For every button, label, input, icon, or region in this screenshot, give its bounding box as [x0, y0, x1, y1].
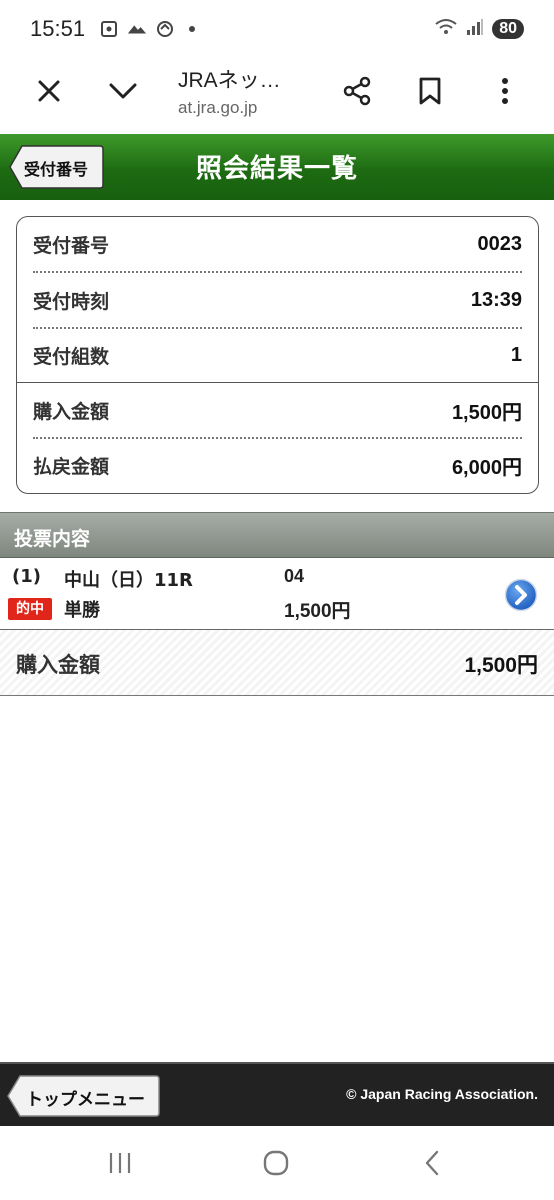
- more-notifications-dot: [189, 26, 196, 32]
- vote-item-race: 中山（日）11R: [64, 570, 193, 591]
- copyright-text: © Japan Racing Association.: [346, 1086, 538, 1102]
- payout-amount-value: 6,000円: [451, 456, 522, 479]
- page-title-area[interactable]: JRAネッ… at.jra.go.jp: [178, 64, 318, 118]
- more-options-button[interactable]: [480, 66, 530, 116]
- browser-page-title: JRAネッ…: [178, 69, 281, 92]
- back-button[interactable]: [412, 1146, 452, 1180]
- vote-item-number: (1): [12, 566, 41, 587]
- app-logo-icon: [155, 20, 175, 38]
- vote-item-amount: 1,500円: [284, 601, 351, 622]
- purchase-amount-row: 購入金額 1,500円: [33, 383, 522, 437]
- receipt-time-label: 受付時刻: [33, 290, 110, 313]
- system-icons: 80: [434, 17, 524, 41]
- notification-icons: [99, 20, 196, 38]
- vote-section-header: 投票内容: [0, 512, 554, 558]
- close-icon: [38, 80, 60, 102]
- vote-section-title: 投票内容: [14, 528, 91, 550]
- receipt-sets-row: 受付組数 1: [33, 328, 522, 382]
- status-time: 15:51: [30, 16, 86, 41]
- battery-indicator: 80: [492, 19, 524, 39]
- home-icon: [263, 1150, 289, 1176]
- share-button[interactable]: [332, 66, 382, 116]
- receipt-time-value: 13:39: [470, 288, 522, 311]
- chevron-down-icon: [109, 83, 137, 99]
- status-bar: 15:51 80: [0, 0, 554, 58]
- receipt-sets-label: 受付組数: [33, 345, 110, 368]
- home-button[interactable]: [256, 1146, 296, 1180]
- page-header: 受付番号 照会結果一覧: [0, 134, 554, 200]
- receipt-info-card: 受付番号 0023 受付時刻 13:39 受付組数 1 購入金額 1,500円 …: [16, 216, 539, 494]
- minimize-button[interactable]: [98, 66, 148, 116]
- top-menu-button[interactable]: トップメニュー: [6, 1074, 160, 1118]
- top-menu-label: トップメニュー: [26, 1090, 145, 1110]
- browser-toolbar: JRAネッ… at.jra.go.jp: [0, 58, 554, 134]
- payout-amount-row: 払戻金額 6,000円: [33, 438, 522, 492]
- close-tab-button[interactable]: [24, 66, 74, 116]
- share-icon: [343, 76, 371, 106]
- bookmark-button[interactable]: [405, 66, 455, 116]
- recent-apps-icon: [109, 1153, 131, 1173]
- vote-item-horse-number: 04: [284, 566, 305, 586]
- receipt-number-label: 受付番号: [33, 234, 110, 257]
- page-title: 照会結果一覧: [195, 154, 358, 184]
- more-vertical-icon: [502, 78, 508, 104]
- back-icon: [425, 1150, 439, 1176]
- vote-list-item[interactable]: (1) 中山（日）11R 04 的中 単勝 1,500円: [0, 558, 554, 630]
- total-purchase-label: 購入金額: [16, 653, 100, 677]
- payout-amount-label: 払戻金額: [33, 455, 110, 478]
- receipt-sets-value: 1: [510, 343, 522, 366]
- total-purchase-value: 1,500円: [464, 654, 538, 677]
- purchase-amount-label: 購入金額: [33, 400, 110, 423]
- chevron-right-icon[interactable]: [504, 578, 538, 612]
- receipt-number-value: 0023: [477, 232, 523, 255]
- wifi-icon: [434, 17, 458, 41]
- total-purchase-row: 購入金額 1,500円: [0, 630, 554, 696]
- receipt-time-row: 受付時刻 13:39: [33, 273, 522, 327]
- hit-badge: 的中: [8, 598, 52, 620]
- recent-apps-button[interactable]: [100, 1146, 140, 1180]
- signal-icon: [466, 18, 484, 40]
- page-footer: トップメニュー © Japan Racing Association.: [0, 1062, 554, 1126]
- browser-url: at.jra.go.jp: [178, 98, 258, 117]
- purchase-amount-value: 1,500円: [451, 401, 522, 424]
- receipt-number-row: 受付番号 0023: [33, 217, 522, 271]
- vote-item-bet-type: 単勝: [64, 600, 100, 621]
- mountain-app-icon: [127, 20, 147, 38]
- bookmark-icon: [419, 77, 441, 105]
- system-navigation-bar: [0, 1126, 554, 1200]
- screenshot-icon: [99, 20, 119, 38]
